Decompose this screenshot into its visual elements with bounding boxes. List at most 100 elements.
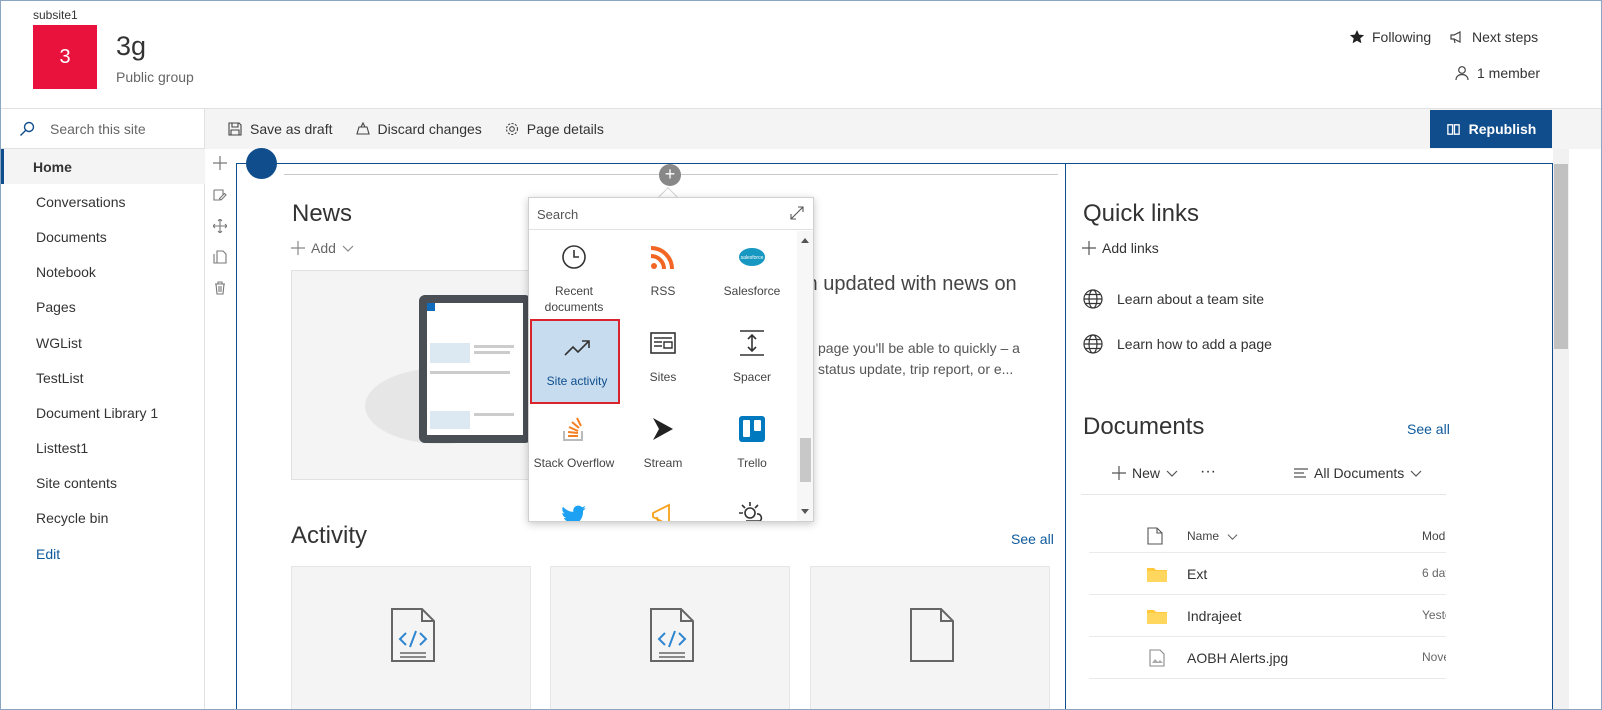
document-row[interactable] xyxy=(1089,678,1446,709)
news-add-label: Add xyxy=(311,240,336,256)
activity-see-all-link[interactable]: See all xyxy=(1011,531,1054,547)
trend-icon xyxy=(564,340,590,356)
republish-button[interactable]: Republish xyxy=(1430,110,1552,148)
add-links-button[interactable]: Add links xyxy=(1082,240,1159,256)
sites-icon xyxy=(650,332,676,354)
quick-link-label: Learn about a team site xyxy=(1117,291,1265,307)
documents-divider xyxy=(1081,494,1446,495)
site-search-box[interactable]: Search this site xyxy=(1,109,205,149)
documents-toolbar: New ··· All Documents xyxy=(1112,461,1446,487)
documents-view-selector[interactable]: All Documents xyxy=(1294,465,1422,481)
toolbox-tile-trello[interactable]: Trello xyxy=(707,403,797,488)
plus-icon xyxy=(291,241,305,255)
move-section-icon[interactable] xyxy=(213,219,227,233)
add-webpart-button[interactable]: + xyxy=(659,164,681,186)
nav-edit-link[interactable]: Edit xyxy=(1,536,205,571)
nav-item-listtest1[interactable]: Listtest1 xyxy=(1,431,205,466)
toolbox-tile-weather[interactable] xyxy=(707,489,797,521)
toolbox-tile-sites[interactable]: Sites xyxy=(618,317,708,402)
subsite-link[interactable]: subsite1 xyxy=(33,8,78,22)
webpart-toolbox: Search Recent documents RSS salesforce S… xyxy=(528,197,814,522)
discard-changes-button[interactable]: Discard changes xyxy=(355,121,482,137)
nav-item-recycle-bin[interactable]: Recycle bin xyxy=(1,501,205,536)
quick-link-item[interactable]: Learn about a team site xyxy=(1083,289,1264,309)
tile-label: Site activity xyxy=(546,374,608,388)
quick-link-item[interactable]: Learn how to add a page xyxy=(1083,334,1272,354)
next-steps-button[interactable]: Next steps xyxy=(1449,29,1538,45)
document-row[interactable]: AOBH Alerts.jpg Nove xyxy=(1089,636,1446,678)
toolbox-search-placeholder: Search xyxy=(537,207,579,222)
globe-icon xyxy=(1083,334,1103,354)
news-add-button[interactable]: Add xyxy=(291,240,354,256)
activity-card[interactable] xyxy=(810,566,1050,709)
quick-links-title: Quick links xyxy=(1083,200,1200,227)
edit-section-icon[interactable] xyxy=(213,188,227,202)
page-details-label: Page details xyxy=(526,121,604,137)
nav-item-wglist[interactable]: WGList xyxy=(1,325,205,360)
nav-item-document-library-1[interactable]: Document Library 1 xyxy=(1,395,205,430)
documents-new-button[interactable]: New xyxy=(1112,465,1178,481)
list-icon xyxy=(1294,468,1308,478)
save-draft-button[interactable]: Save as draft xyxy=(227,121,333,137)
document-row[interactable]: Indrajeet Yeste xyxy=(1089,594,1446,636)
plus-icon xyxy=(1112,466,1126,480)
column-divider xyxy=(1065,163,1066,709)
chevron-down-icon xyxy=(1166,470,1178,477)
expand-icon[interactable] xyxy=(790,206,804,220)
documents-more-button[interactable]: ··· xyxy=(1200,463,1216,481)
document-modified: Yeste xyxy=(1422,608,1446,622)
section-handle[interactable] xyxy=(246,148,277,179)
toolbox-tile-spacer[interactable]: Spacer xyxy=(707,317,797,402)
members-button[interactable]: 1 member xyxy=(1454,65,1540,81)
toolbox-search-box[interactable]: Search xyxy=(529,198,813,230)
toolbox-tile-recent-documents[interactable]: Recent documents xyxy=(529,231,619,316)
documents-new-label: New xyxy=(1132,465,1161,481)
toolbox-scrollbar-thumb[interactable] xyxy=(800,438,811,482)
nav-item-notebook[interactable]: Notebook xyxy=(1,255,205,290)
toolbox-tile-stream[interactable]: Stream xyxy=(618,403,708,488)
delete-section-icon[interactable] xyxy=(213,281,227,295)
toolbox-tile-rss[interactable]: RSS xyxy=(618,231,708,316)
toolbox-tile-salesforce[interactable]: salesforce Salesforce xyxy=(707,231,797,316)
document-name: AOBH Alerts.jpg xyxy=(1187,650,1289,666)
person-icon xyxy=(1455,66,1469,81)
column-modified-label[interactable]: Mod xyxy=(1422,529,1445,543)
add-section-icon[interactable] xyxy=(213,156,227,170)
weather-icon xyxy=(739,502,763,521)
tile-label: Sites xyxy=(649,370,677,384)
site-logo[interactable]: 3 xyxy=(33,25,97,89)
document-row[interactable]: Ext 6 day xyxy=(1089,552,1446,594)
toolbox-tile-stack-overflow[interactable]: Stack Overflow xyxy=(529,403,619,488)
document-name: Ext xyxy=(1187,566,1208,582)
tile-label: Salesforce xyxy=(723,284,781,298)
tile-label: Recent documents xyxy=(544,284,604,314)
toolbox-tile-megaphone[interactable] xyxy=(618,489,708,521)
nav-item-home[interactable]: Home xyxy=(1,149,205,185)
nav-item-documents[interactable]: Documents xyxy=(1,219,205,254)
activity-card[interactable] xyxy=(550,566,790,709)
following-label: Following xyxy=(1372,29,1432,45)
document-name: Indrajeet xyxy=(1187,608,1242,624)
discard-icon xyxy=(355,121,370,135)
nav-item-testlist[interactable]: TestList xyxy=(1,360,205,395)
column-name-label[interactable]: Name xyxy=(1187,529,1219,543)
nav-item-site-contents[interactable]: Site contents xyxy=(1,466,205,501)
scroll-up-icon[interactable] xyxy=(801,237,809,243)
rss-icon xyxy=(650,246,674,270)
scroll-down-icon[interactable] xyxy=(801,509,809,515)
toolbox-tile-twitter[interactable] xyxy=(529,489,619,521)
laptop-illustration-icon xyxy=(365,295,531,444)
nav-list: Home Conversations Documents Notebook Pa… xyxy=(1,149,205,571)
left-navigation: Search this site Home Conversations Docu… xyxy=(1,109,205,709)
following-button[interactable]: Following xyxy=(1349,29,1431,45)
nav-item-pages[interactable]: Pages xyxy=(1,290,205,325)
page-scrollbar-thumb[interactable] xyxy=(1554,164,1568,349)
toolbox-grid: Recent documents RSS salesforce Salesfor… xyxy=(529,231,797,521)
page-details-button[interactable]: Page details xyxy=(504,121,604,137)
toolbox-tile-site-activity[interactable]: Site activity xyxy=(530,319,620,404)
documents-see-all-link[interactable]: See all xyxy=(1407,421,1450,437)
duplicate-section-icon[interactable] xyxy=(213,250,227,264)
nav-item-conversations[interactable]: Conversations xyxy=(1,184,205,219)
star-icon xyxy=(1349,30,1365,44)
activity-card[interactable] xyxy=(291,566,531,709)
